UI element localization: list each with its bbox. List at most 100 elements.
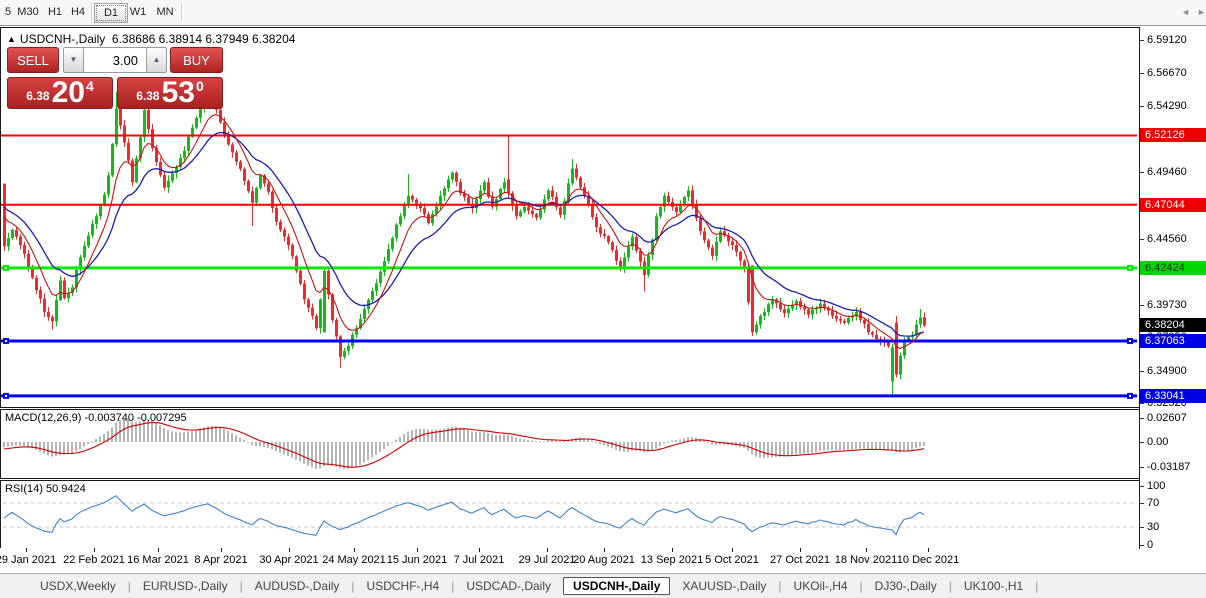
price-axis-label: 6.34900 <box>1147 364 1187 377</box>
date-label: 8 Apr 2021 <box>194 554 248 566</box>
date-label: 27 Oct 2021 <box>770 554 830 566</box>
date-label: 29 Jul 2021 <box>518 554 576 566</box>
bid-price-pip: 4 <box>85 78 94 94</box>
price-level-badge: 6.38204 <box>1140 318 1206 333</box>
sell-button[interactable]: SELL <box>7 47 59 73</box>
ask-price-main: 53 <box>161 76 195 109</box>
chart-tab-ukoil-h4[interactable]: UKOil-,H4 <box>782 577 860 595</box>
volume-increase-button[interactable]: ▲ <box>146 47 167 73</box>
date-tick <box>417 548 418 552</box>
chart-tab-usdcnh-daily[interactable]: USDCNH-,Daily <box>563 577 671 595</box>
rsi-chart[interactable] <box>1 481 1137 546</box>
rsi-label: RSI(14) 50.9424 <box>5 483 86 495</box>
price-axis-label: 6.39730 <box>1147 298 1187 311</box>
price-level-badge: 6.47044 <box>1140 197 1206 212</box>
date-label: 10 Dec 2021 <box>896 554 960 566</box>
ask-price-display[interactable]: 6.38 53 0 <box>117 77 223 109</box>
date-label: 29 Jan 2021 <box>0 554 57 566</box>
macd-panel: MACD(12,26,9) -0.003740 -0.007295 <box>0 409 1140 479</box>
price-level-badge: 6.52126 <box>1140 128 1206 143</box>
buy-button[interactable]: BUY <box>170 47 223 73</box>
date-tick <box>289 548 290 552</box>
price-axis-tick <box>1140 402 1144 404</box>
one-click-trade-panel: SELL ▼ ▲ BUY 6.38 20 4 6.38 53 0 <box>7 47 223 109</box>
ask-price-prefix: 6.38 <box>136 89 160 103</box>
date-tick <box>800 548 801 552</box>
rsi-axis-label: 30 <box>1147 521 1160 533</box>
timeframe-button-H4[interactable]: H4 <box>64 3 92 21</box>
price-level-badge: 6.33041 <box>1140 388 1206 403</box>
chart-tab-xauusd-daily[interactable]: XAUUSD-,Daily <box>670 577 778 595</box>
chart-title: ▲ USDCNH-,Daily 6.38686 6.38914 6.37949 6… <box>7 32 295 46</box>
macd-axis-tick <box>1140 442 1144 443</box>
rsi-axis-label: 70 <box>1147 497 1160 509</box>
date-label: 7 Jul 2021 <box>453 554 505 566</box>
chart-tab-usdcad-daily[interactable]: USDCAD-,Daily <box>454 577 563 595</box>
timeframe-toolbar: 5 M30 H1 H4 D1 W1 MN <box>0 0 1206 26</box>
toolbar-separator <box>181 2 183 22</box>
price-axis-tick <box>1140 370 1144 372</box>
price-axis-label: 6.49460 <box>1147 165 1187 178</box>
price-axis-tick <box>1140 304 1144 306</box>
price-axis[interactable]: 6.591206.566706.542906.518406.494606.470… <box>1139 27 1206 551</box>
volume-input[interactable] <box>84 47 146 73</box>
chart-tab-bar: USDX,Weekly | EURUSD-,Daily | AUDUSD-,Daily |… <box>0 573 1206 598</box>
chart-tab-usdx-weekly[interactable]: USDX,Weekly <box>28 577 128 595</box>
volume-decrease-button[interactable]: ▼ <box>63 47 84 73</box>
bid-price-display[interactable]: 6.38 20 4 <box>7 77 113 109</box>
rsi-panel: RSI(14) 50.9424 <box>0 480 1140 549</box>
macd-axis-label: -0.03187 <box>1147 461 1191 473</box>
macd-axis-tick <box>1140 418 1144 419</box>
timeframe-button-MN[interactable]: MN <box>149 3 181 21</box>
macd-label: MACD(12,26,9) -0.003740 -0.007295 <box>5 412 187 424</box>
toolbar-separator <box>91 2 93 22</box>
tab-scroll-right-icon[interactable]: ► <box>1197 7 1206 17</box>
date-label: 18 Nov 2021 <box>834 554 898 566</box>
rsi-axis-tick <box>1140 527 1144 528</box>
date-label: 30 Apr 2021 <box>259 554 319 566</box>
date-tick <box>26 548 27 552</box>
date-tick <box>158 548 159 552</box>
tab-scroll-left-icon[interactable]: ◄ <box>1181 7 1190 17</box>
price-axis-tick <box>1140 105 1144 107</box>
bid-price-prefix: 6.38 <box>26 89 50 103</box>
date-tick <box>866 548 867 552</box>
chart-tab-uk100-h1[interactable]: UK100-,H1 <box>952 577 1035 595</box>
date-tick <box>354 548 355 552</box>
date-label: 16 Mar 2021 <box>127 554 189 566</box>
date-label: 15 Jun 2021 <box>386 554 448 566</box>
rsi-axis-label: 0 <box>1147 539 1154 551</box>
date-axis[interactable]: 29 Jan 2021 22 Feb 2021 16 Mar 2021 8 Apr 2… <box>0 548 1139 573</box>
bid-price-main: 20 <box>51 76 85 109</box>
chart-tab-audusd-daily[interactable]: AUDUSD-,Daily <box>243 577 352 595</box>
price-level-badge: 6.37063 <box>1140 333 1206 348</box>
price-axis-label: 6.56670 <box>1147 67 1187 80</box>
macd-axis-label: 0.02607 <box>1147 412 1187 424</box>
chart-tab-dj30-daily[interactable]: DJ30-,Daily <box>863 577 949 595</box>
rsi-axis-tick <box>1140 545 1144 546</box>
price-axis-label: 6.54290 <box>1147 99 1187 112</box>
collapse-arrow-icon[interactable]: ▲ <box>7 34 16 44</box>
macd-axis-tick <box>1140 467 1144 468</box>
date-tick <box>928 548 929 552</box>
price-level-badge: 6.42424 <box>1140 260 1206 275</box>
date-tick <box>94 548 95 552</box>
date-label: 13 Sep 2021 <box>640 554 704 566</box>
mt4-window: { "toolbar": { "timeframes": [ {"label":… <box>0 0 1206 598</box>
date-tick <box>732 548 733 552</box>
chart-tab-usdchf-h4[interactable]: USDCHF-,H4 <box>355 577 452 595</box>
date-tick <box>221 548 222 552</box>
price-axis-label: 6.59120 <box>1147 34 1187 46</box>
tab-separator: | <box>1035 579 1039 593</box>
date-tick <box>547 548 548 552</box>
price-axis-tick <box>1140 171 1144 173</box>
date-tick <box>672 548 673 552</box>
price-axis-tick <box>1140 73 1144 75</box>
rsi-axis-tick <box>1140 486 1144 487</box>
macd-axis-label: 0.00 <box>1147 436 1169 448</box>
chart-tab-eurusd-daily[interactable]: EURUSD-,Daily <box>131 577 240 595</box>
ask-price-pip: 0 <box>195 78 204 94</box>
date-label: 24 May 2021 <box>322 554 386 566</box>
chart-title-text: USDCNH-,Daily 6.38686 6.38914 6.37949 6.… <box>19 32 296 46</box>
date-label: 22 Feb 2021 <box>63 554 125 566</box>
